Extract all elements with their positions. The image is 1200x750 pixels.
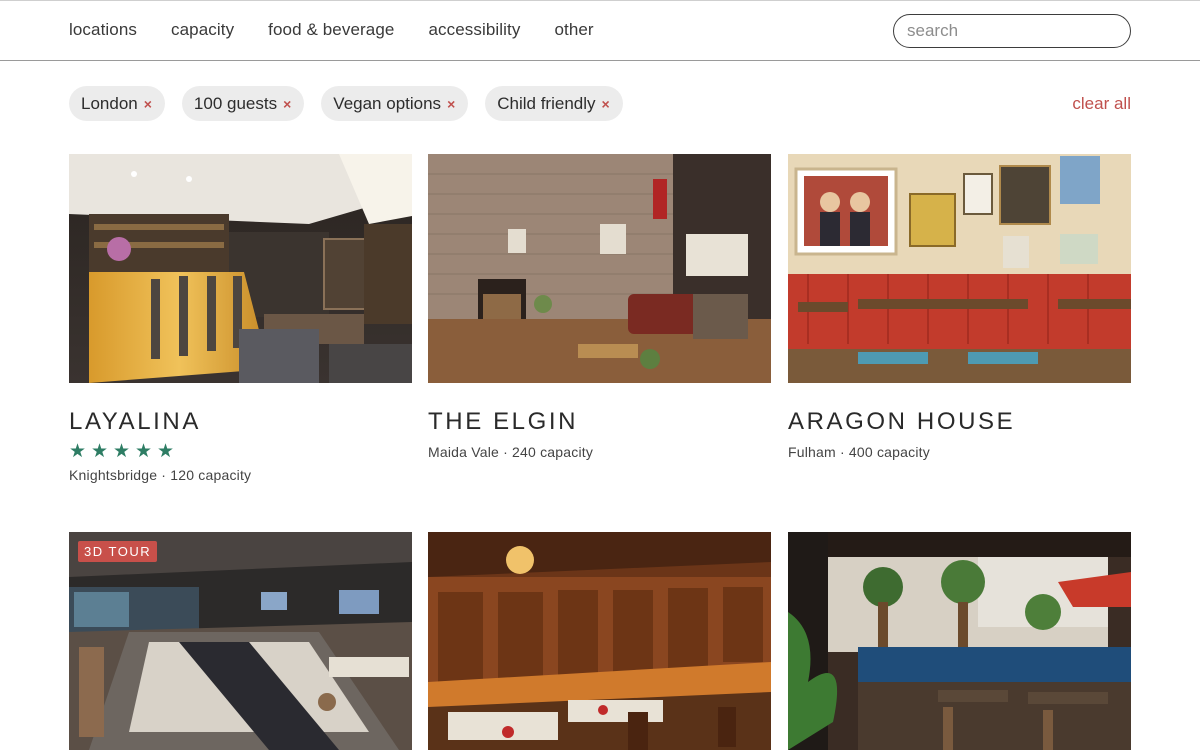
venue-photo[interactable] <box>788 154 1131 383</box>
venue-photo[interactable] <box>69 154 412 383</box>
filter-chip-label: Child friendly <box>497 93 596 113</box>
top-nav-bar: locations capacity food & beverage acces… <box>0 0 1200 61</box>
venue-card[interactable]: LAYALINA ★ ★ ★ ★ ★ Knightsbridge · 120 c… <box>69 154 412 483</box>
filter-chip-guests[interactable]: 100 guests × <box>181 86 305 121</box>
star-icon: ★ <box>91 441 109 462</box>
remove-icon[interactable]: × <box>144 96 152 112</box>
star-icon: ★ <box>157 441 175 462</box>
remove-icon[interactable]: × <box>602 96 610 112</box>
star-icon: ★ <box>135 441 153 462</box>
remove-icon[interactable]: × <box>283 96 291 112</box>
3d-tour-badge[interactable]: 3D TOUR <box>78 541 158 562</box>
filter-chip-london[interactable]: London × <box>69 86 165 121</box>
nav-item-locations[interactable]: locations <box>69 20 137 40</box>
nav-item-capacity[interactable]: capacity <box>171 20 234 40</box>
venue-photo[interactable] <box>788 532 1131 750</box>
venue-photo-dining-room <box>788 154 1131 383</box>
rating-stars: ★ ★ ★ ★ ★ <box>69 441 412 462</box>
venue-photo[interactable] <box>428 154 771 383</box>
nav-item-accessibility[interactable]: accessibility <box>428 20 520 40</box>
venue-photo-bar-interior <box>69 154 412 383</box>
venue-name[interactable]: ARAGON HOUSE <box>788 408 1131 436</box>
remove-icon[interactable]: × <box>447 96 455 112</box>
filter-chip-label: 100 guests <box>193 93 278 113</box>
venue-photo-garden-restaurant <box>788 532 1131 750</box>
venue-photo[interactable]: 3D TOUR <box>69 532 412 750</box>
filter-chip-child-friendly[interactable]: Child friendly × <box>485 86 623 121</box>
venue-card[interactable] <box>788 532 1131 750</box>
venue-card[interactable] <box>428 532 771 750</box>
venue-photo[interactable] <box>428 532 771 750</box>
filter-chip-vegan[interactable]: Vegan options × <box>321 86 469 121</box>
clear-all-link[interactable]: clear all <box>1072 94 1131 114</box>
venue-photo-brick-pub <box>428 154 771 383</box>
venue-name[interactable]: THE ELGIN <box>428 408 771 436</box>
venue-photo-long-dining-room <box>69 532 412 750</box>
active-filters: London × 100 guests × Vegan options × Ch… <box>69 86 640 121</box>
star-icon: ★ <box>113 441 131 462</box>
venue-meta: Knightsbridge · 120 capacity <box>69 467 252 483</box>
venue-meta: Fulham · 400 capacity <box>788 444 930 460</box>
category-nav: locations capacity food & beverage acces… <box>69 20 628 40</box>
venue-name[interactable]: LAYALINA <box>69 408 412 436</box>
search-input[interactable] <box>893 14 1131 48</box>
filter-chip-label: London <box>81 93 138 113</box>
venue-card[interactable]: 3D TOUR <box>69 532 412 750</box>
nav-item-food-beverage[interactable]: food & beverage <box>268 20 394 40</box>
venue-card[interactable]: THE ELGIN Maida Vale · 240 capacity <box>428 154 771 460</box>
star-icon: ★ <box>69 441 87 462</box>
nav-item-other[interactable]: other <box>554 20 593 40</box>
venue-card[interactable]: ARAGON HOUSE Fulham · 400 capacity <box>788 154 1131 460</box>
venue-photo-wood-panel-restaurant <box>428 532 771 750</box>
venue-meta: Maida Vale · 240 capacity <box>428 444 594 460</box>
filter-chip-label: Vegan options <box>333 93 442 113</box>
